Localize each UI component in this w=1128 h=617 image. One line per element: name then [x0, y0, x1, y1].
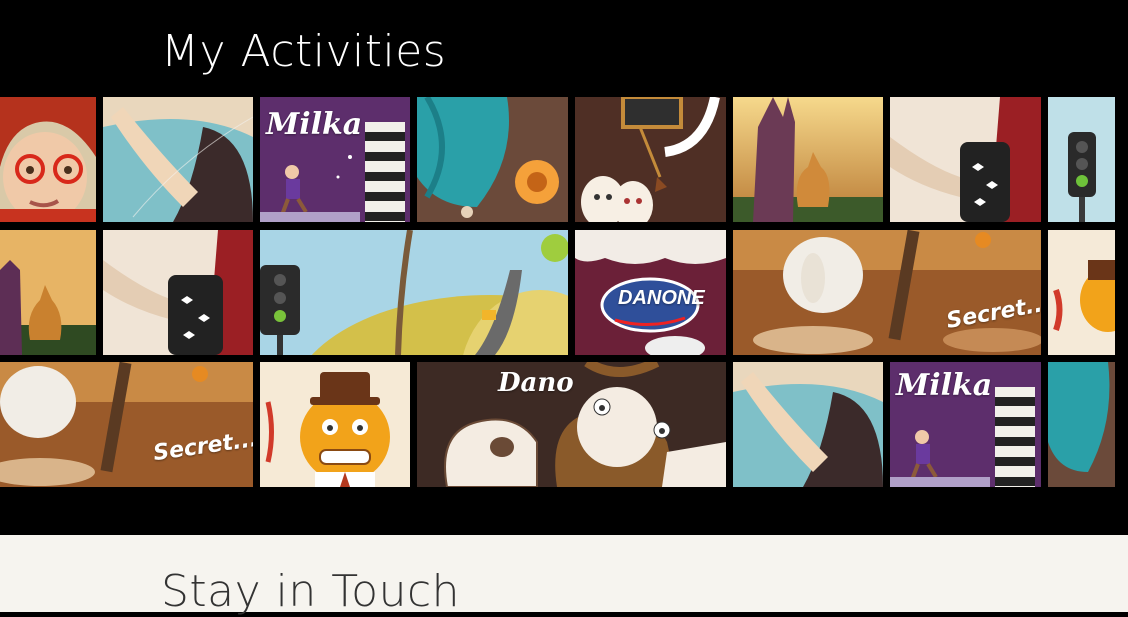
gallery-tile-arm-reaching-2[interactable] — [733, 362, 883, 487]
gallery-tile-milka-1[interactable]: Milka — [260, 97, 410, 222]
section-title-activities: My Activities — [161, 26, 447, 77]
gallery-tile-girl-glasses[interactable] — [0, 97, 96, 222]
gallery-tile-milka-2[interactable]: Milka — [890, 362, 1041, 487]
gallery-tile-wolf-sunset[interactable] — [733, 97, 883, 222]
gallery-tile-road-landscape[interactable] — [260, 230, 568, 355]
gallery-tile-milk-bottles[interactable] — [575, 97, 726, 222]
gallery-tile-traffic-sign-hand-2[interactable] — [103, 230, 253, 355]
section-title-contact: Stay in Touch — [161, 566, 461, 617]
gallery-tile-traffic-sign-hand[interactable] — [890, 97, 1041, 222]
gallery-tile-sheep-secret-wide[interactable]: Secret... — [733, 230, 1041, 355]
gallery-tile-dano-cow[interactable]: Dano — [417, 362, 726, 487]
milka-logo-1: Milka — [266, 107, 363, 142]
gallery-tile-sheep-secret-2[interactable]: Secret... — [0, 362, 253, 487]
activities-section: My Activities Milka DANONE Secret... Sec… — [0, 0, 1128, 535]
gallery-tile-teal-scarf-2[interactable] — [1048, 362, 1115, 487]
danone-logo: DANONE — [618, 287, 705, 309]
gallery-tile-character-edge[interactable] — [1048, 230, 1115, 355]
dano-logo: Dano — [498, 368, 574, 398]
gallery-tile-wolf-sunset-2[interactable] — [0, 230, 96, 355]
gallery-tile-danone[interactable]: DANONE — [575, 230, 726, 355]
gallery-tile-teal-scarf[interactable] — [417, 97, 568, 222]
milka-logo-2: Milka — [896, 368, 993, 403]
gallery-tile-traffic-light-1[interactable] — [1048, 97, 1115, 222]
gallery-tile-yellow-character[interactable] — [260, 362, 410, 487]
gallery-tile-arm-reaching[interactable] — [103, 97, 253, 222]
